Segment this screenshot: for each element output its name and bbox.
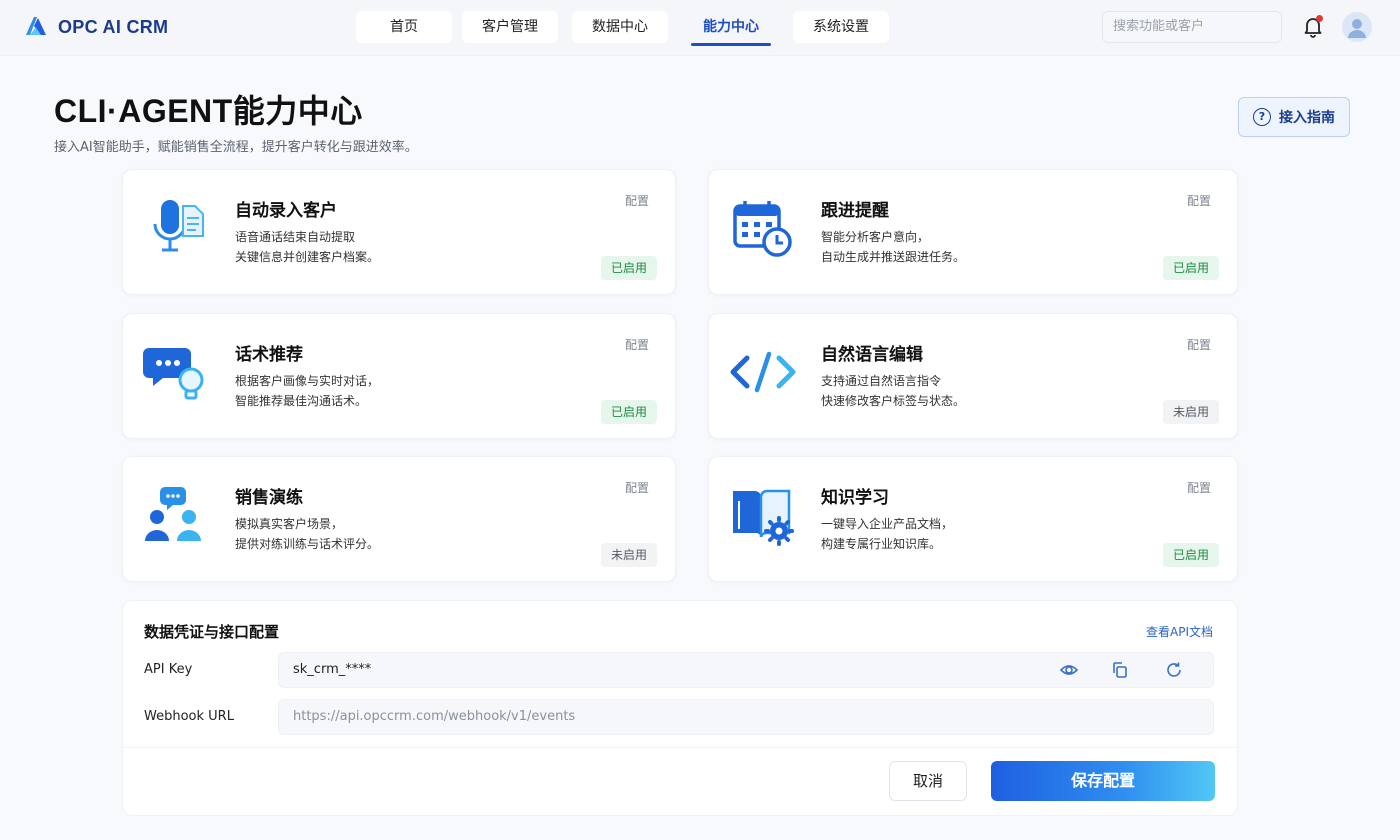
tab-customer-management[interactable]: 客户管理 xyxy=(462,11,558,43)
card-title: 自动录入客户 xyxy=(235,201,337,221)
card-title: 跟进提醒 xyxy=(821,201,889,221)
capability-card-followup-reminder: 跟进提醒 智能分析客户意向， 自动生成并推送跟进任务。 配置 已启用 xyxy=(708,169,1238,295)
status-badge[interactable]: 已启用 xyxy=(1162,543,1219,567)
notification-dot xyxy=(1316,15,1323,22)
logo-icon xyxy=(26,17,46,35)
config-link[interactable]: 配置 xyxy=(625,192,649,209)
card-description-line2: 关键信息并创建客户档案。 xyxy=(235,250,380,264)
app-logo[interactable]: OPC AI CRM xyxy=(22,12,168,42)
webhook-url-field[interactable]: https://api.opccrm.com/webhook/v1/events xyxy=(278,699,1214,735)
card-description-line1: 一键导入企业产品文档， xyxy=(821,517,954,531)
search-input[interactable]: 搜索功能或客户 xyxy=(1102,11,1282,43)
chat-bulb-icon xyxy=(143,348,204,400)
user-icon xyxy=(1348,19,1366,38)
refresh-icon[interactable] xyxy=(1164,660,1184,680)
card-description-line1: 语音通话结束自动提取 xyxy=(235,230,356,244)
help-icon: ? xyxy=(1253,108,1271,126)
integration-guide-button[interactable]: ? 接入指南 xyxy=(1238,97,1350,137)
tab-capability-center[interactable]: 能力中心 xyxy=(683,11,779,46)
notification-bell-button[interactable] xyxy=(1300,14,1326,40)
panel-title: 数据凭证与接口配置 xyxy=(144,623,280,641)
status-badge[interactable]: 已启用 xyxy=(1162,256,1219,280)
tab-system-settings[interactable]: 系统设置 xyxy=(793,11,889,43)
eye-icon[interactable] xyxy=(1059,660,1079,680)
card-title: 知识学习 xyxy=(821,488,889,508)
credentials-panel: 数据凭证与接口配置 查看API文档 API Key sk_crm_**** We… xyxy=(122,600,1238,816)
card-title: 自然语言编辑 xyxy=(821,345,923,365)
guide-button-label: 接入指南 xyxy=(1279,110,1335,126)
tab-home[interactable]: 首页 xyxy=(356,11,452,43)
card-description-line1: 智能分析客户意向， xyxy=(821,230,930,244)
card-title: 话术推荐 xyxy=(235,345,303,365)
capability-card-natural-language-edit: 自然语言编辑 支持通过自然语言指令 快速修改客户标签与状态。 配置 未启用 xyxy=(708,313,1238,439)
microphone-document-icon xyxy=(153,200,204,252)
config-link[interactable]: 配置 xyxy=(625,479,649,496)
card-description-line1: 根据客户画像与实时对话， xyxy=(235,374,380,388)
webhook-url-label: Webhook URL xyxy=(144,709,234,724)
capability-card-knowledge-learning: 知识学习 一键导入企业产品文档， 构建专属行业知识库。 配置 已启用 xyxy=(708,456,1238,582)
card-description-line2: 快速修改客户标签与状态。 xyxy=(821,394,966,408)
status-badge[interactable]: 未启用 xyxy=(1162,400,1219,424)
config-link[interactable]: 配置 xyxy=(1187,336,1211,353)
app-name: OPC AI CRM xyxy=(58,16,169,37)
status-badge[interactable]: 已启用 xyxy=(600,256,657,280)
code-icon xyxy=(730,351,796,393)
card-description-line1: 支持通过自然语言指令 xyxy=(821,374,942,388)
capability-card-sales-practice: 销售演练 模拟真实客户场景， 提供对练训练与话术评分。 配置 未启用 xyxy=(122,456,676,582)
top-navigation-bar: OPC AI CRM 首页 客户管理 数据中心 能力中心 系统设置 搜索功能或客… xyxy=(0,0,1400,56)
api-key-label: API Key xyxy=(144,662,193,677)
config-link[interactable]: 配置 xyxy=(625,336,649,353)
avatar[interactable] xyxy=(1342,12,1372,42)
config-link[interactable]: 配置 xyxy=(1187,192,1211,209)
capability-card-script-recommendation: 话术推荐 根据客户画像与实时对话， 智能推荐最佳沟通话术。 配置 已启用 xyxy=(122,313,676,439)
book-gear-icon xyxy=(733,489,794,546)
card-description-line2: 构建专属行业知识库。 xyxy=(821,537,942,551)
page-title: CLI·AGENT能力中心 xyxy=(54,93,363,129)
divider xyxy=(123,747,1237,748)
card-description-line2: 提供对练训练与话术评分。 xyxy=(235,537,380,551)
capability-card-auto-entry: 自动录入客户 语音通话结束自动提取 关键信息并创建客户档案。 配置 已启用 xyxy=(122,169,676,295)
card-description-line2: 智能推荐最佳沟通话术。 xyxy=(235,394,368,408)
config-link[interactable]: 配置 xyxy=(1187,479,1211,496)
api-docs-link[interactable]: 查看API文档 xyxy=(1146,623,1213,640)
page-subtitle: 接入AI智能助手，赋能销售全流程，提升客户转化与跟进效率。 xyxy=(54,140,418,155)
card-title: 销售演练 xyxy=(235,488,303,508)
status-badge[interactable]: 未启用 xyxy=(600,543,657,567)
card-description-line1: 模拟真实客户场景， xyxy=(235,517,344,531)
copy-icon[interactable] xyxy=(1110,660,1130,680)
cancel-button[interactable]: 取消 xyxy=(889,761,967,801)
save-config-button[interactable]: 保存配置 xyxy=(991,761,1215,801)
tab-data-center[interactable]: 数据中心 xyxy=(572,11,668,43)
calendar-clock-icon xyxy=(733,201,792,257)
status-badge[interactable]: 已启用 xyxy=(600,400,657,424)
people-chat-icon xyxy=(145,487,201,541)
card-description-line2: 自动生成并推送跟进任务。 xyxy=(821,250,966,264)
